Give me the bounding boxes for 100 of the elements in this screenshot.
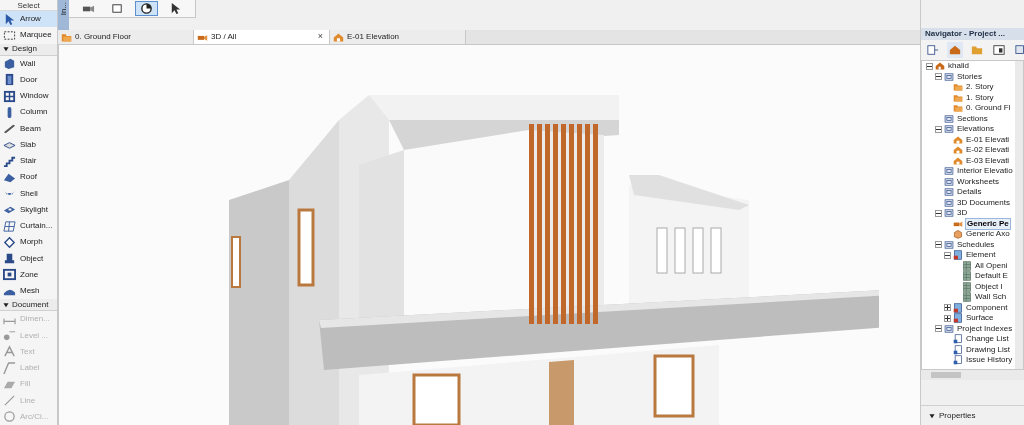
circle-icon (3, 410, 16, 424)
table-icon (962, 260, 972, 271)
tool-button[interactable]: Mesh (0, 283, 57, 300)
house-icon (953, 155, 963, 166)
close-tab-button[interactable]: × (317, 30, 323, 44)
view-map-icon (944, 176, 954, 187)
tree-item[interactable]: Worksheets (956, 176, 1001, 187)
tree-item[interactable]: Generic Axo (965, 229, 1011, 240)
tool-button[interactable]: Stair (0, 153, 57, 170)
house-icon (333, 31, 344, 43)
tool-button[interactable]: Curtain... (0, 218, 57, 235)
tree-item[interactable]: 3D (956, 208, 969, 219)
tree-item[interactable]: Component (965, 302, 1009, 313)
collapse-toggle[interactable] (926, 62, 933, 70)
collapse-toggle[interactable] (944, 251, 951, 259)
tree-item[interactable]: Details (956, 187, 983, 198)
tree-item[interactable]: Elevations (956, 124, 995, 135)
tree-item[interactable]: 3D Documents (956, 197, 1011, 208)
tree-item[interactable]: Object I (974, 281, 1004, 292)
dashed-rectangle-icon (3, 28, 16, 42)
tree-item[interactable]: E-02 Elevati (965, 145, 1011, 156)
view-map-icon (944, 239, 954, 250)
tool-button[interactable]: Roof (0, 169, 57, 186)
label-icon (3, 361, 16, 375)
tool-button[interactable]: Skylight (0, 201, 57, 218)
cursor-arrow-icon (3, 12, 16, 26)
tree-item[interactable]: Project Indexes (956, 323, 1014, 334)
tree-item[interactable]: Default E (974, 271, 1009, 282)
tree-item[interactable]: 1. Story (965, 92, 995, 103)
horizontal-scrollbar[interactable] (921, 370, 1024, 380)
tree-item[interactable]: Issue History (965, 355, 1014, 366)
3d-viewport[interactable] (58, 45, 920, 425)
house-icon (953, 145, 963, 156)
collapse-toggle[interactable] (935, 209, 942, 217)
beam-icon (3, 122, 16, 136)
tool-button[interactable]: Morph (0, 234, 57, 251)
tool-button[interactable]: Marquee (0, 27, 57, 44)
view-map-icon (944, 124, 954, 135)
table-icon (962, 271, 972, 282)
zone-icon (3, 268, 16, 282)
toolbox-section-header[interactable]: Document (0, 299, 57, 312)
schedule-icon (953, 313, 963, 324)
tree-item[interactable]: 2. Story (965, 82, 995, 93)
expand-toggle[interactable] (944, 304, 951, 312)
collapse-toggle[interactable] (935, 73, 942, 81)
table-icon (962, 292, 972, 303)
tool-button[interactable]: Column (0, 104, 57, 121)
collapse-toggle[interactable] (935, 125, 942, 133)
tool-button[interactable]: Door (0, 71, 57, 88)
expand-toggle[interactable] (944, 314, 951, 322)
box-icon (953, 229, 963, 240)
tool-button[interactable]: Zone (0, 266, 57, 283)
navigator-view-button[interactable] (991, 42, 1007, 58)
tree-item[interactable]: All Openi (974, 260, 1009, 271)
document-list-icon (953, 344, 963, 355)
tool-button[interactable]: Wall (0, 55, 57, 72)
level-icon (3, 329, 16, 343)
tree-item[interactable]: Schedules (956, 239, 996, 250)
tree-item[interactable]: Generic Pe (965, 217, 1011, 230)
tree-item[interactable]: Stories (956, 71, 983, 82)
tool-button[interactable]: Shell (0, 185, 57, 202)
view-tab[interactable]: E-01 Elevation (330, 30, 466, 44)
tool-button[interactable]: Window (0, 88, 57, 105)
collapse-toggle[interactable] (935, 325, 942, 333)
properties-panel-header[interactable]: Properties (929, 409, 976, 422)
tree-item[interactable]: Sections (956, 113, 989, 124)
tree-item[interactable]: Wall Sch (974, 292, 1008, 303)
view-tab[interactable]: 0. Ground Floor (58, 30, 194, 44)
folder-icon (953, 92, 963, 103)
tree-item[interactable]: E-01 Elevati (965, 134, 1011, 145)
schedule-icon (953, 250, 963, 261)
document-list-icon (953, 334, 963, 345)
tree-item[interactable]: khalid (947, 61, 970, 72)
tree-item[interactable]: E-03 Elevati (965, 155, 1011, 166)
wall-icon (3, 57, 16, 71)
toolbar-button[interactable] (135, 1, 158, 16)
line-icon (3, 394, 16, 408)
morph-icon (3, 235, 16, 249)
tree-item[interactable]: 0. Ground Fl (965, 103, 1012, 114)
tool-button[interactable]: Arrow (0, 11, 57, 28)
grid-panel-icon (3, 219, 16, 233)
document-list-icon (953, 355, 963, 366)
tree-item[interactable]: Surface (965, 313, 995, 324)
vertical-scrollbar[interactable] (1015, 61, 1023, 369)
view-map-icon (944, 166, 954, 177)
stair-icon (3, 154, 16, 168)
letter-icon (3, 345, 16, 359)
folder-icon (953, 82, 963, 93)
table-icon (962, 281, 972, 292)
tree-item[interactable]: Drawing List (965, 344, 1011, 355)
tool-button[interactable]: Object (0, 250, 57, 267)
view-map-icon (944, 323, 954, 334)
toolbox-section-header[interactable]: Design (0, 43, 57, 56)
collapse-toggle[interactable] (935, 241, 942, 249)
tree-item[interactable]: Interior Elevatio (956, 166, 1014, 177)
view-tab[interactable]: 3D / All × (194, 30, 330, 44)
tree-item[interactable]: Change List (965, 334, 1010, 345)
tool-button[interactable]: Slab (0, 136, 57, 153)
tree-item[interactable]: Element (965, 250, 997, 261)
tool-button[interactable]: Beam (0, 120, 57, 137)
